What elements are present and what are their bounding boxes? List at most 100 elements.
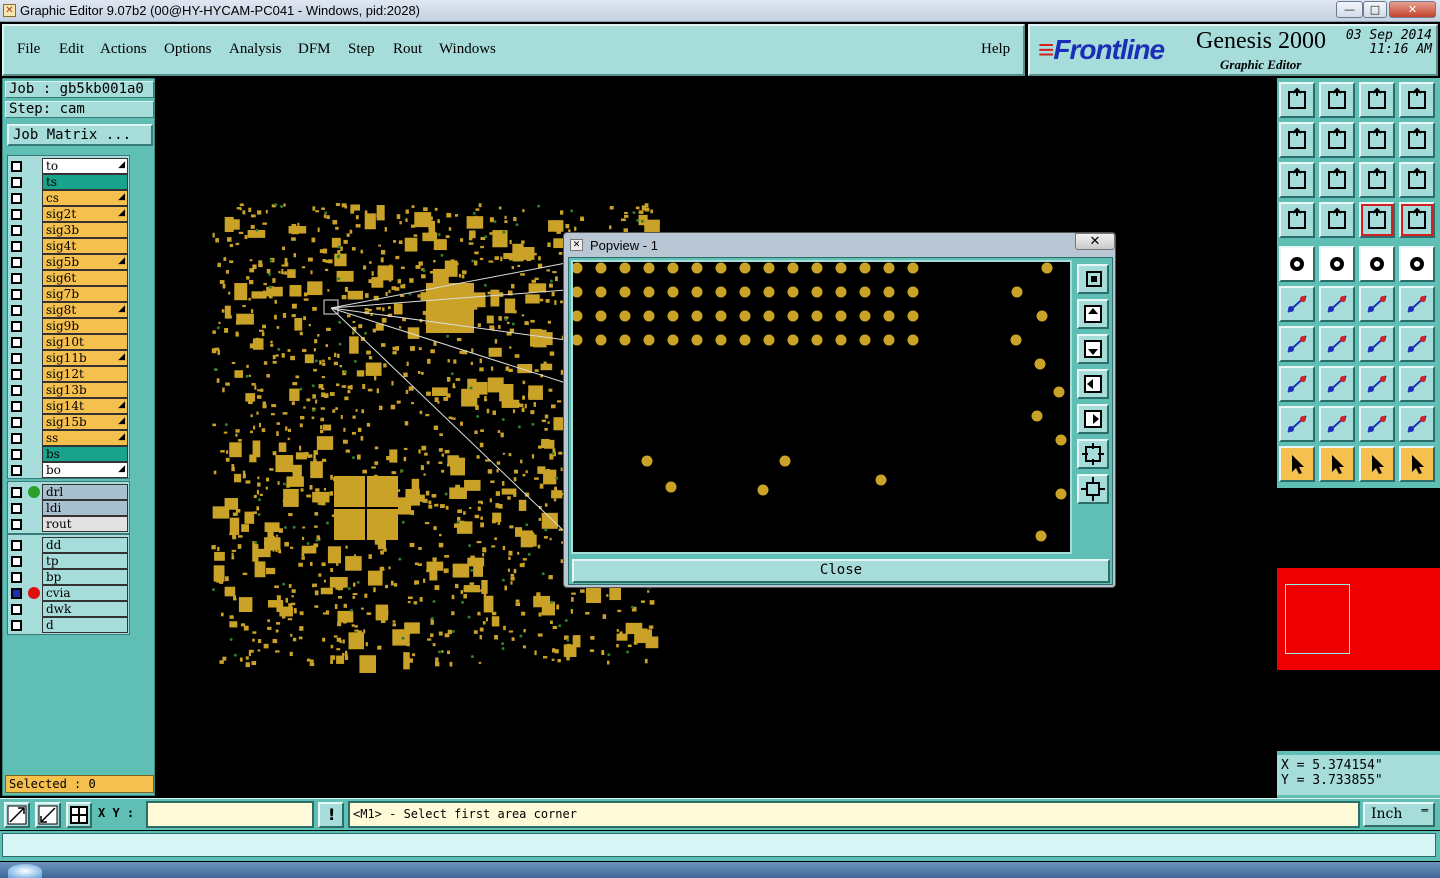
layer-checkbox[interactable]: [11, 556, 22, 567]
layer-name[interactable]: sig15b ◢: [42, 414, 128, 430]
layer-row-bp[interactable]: bp: [8, 569, 129, 585]
layer-checkbox[interactable]: [11, 572, 22, 583]
layer-checkbox[interactable]: [11, 604, 22, 615]
layer-name[interactable]: tp: [42, 553, 128, 569]
line-edit-button[interactable]: [1319, 326, 1355, 362]
measure-button[interactable]: [35, 802, 61, 828]
layer-row-sig6t[interactable]: sig6t: [8, 270, 129, 286]
menu-actions[interactable]: Actions: [100, 41, 147, 58]
select-cursor-button[interactable]: [1359, 446, 1395, 482]
layer-checkbox[interactable]: [11, 161, 22, 172]
save-button[interactable]: [1319, 82, 1355, 118]
layer-name[interactable]: sig14t ◢: [42, 398, 128, 414]
unit-selector[interactable]: Inch ═: [1363, 802, 1435, 827]
select-multi-button[interactable]: [1399, 446, 1435, 482]
mirror-button[interactable]: [1399, 326, 1435, 362]
layer-row-sig12t[interactable]: sig12t: [8, 366, 129, 382]
layer-name[interactable]: dd: [42, 537, 128, 553]
layer-row-sig4t[interactable]: sig4t: [8, 238, 129, 254]
open-button[interactable]: [1279, 82, 1315, 118]
layer-name[interactable]: dwk: [42, 601, 128, 617]
layer-checkbox[interactable]: [11, 273, 22, 284]
layer-checkbox[interactable]: [11, 385, 22, 396]
layer-name[interactable]: sig12t: [42, 366, 128, 382]
layer-name[interactable]: bs: [42, 446, 128, 462]
layer-row-sig3b[interactable]: sig3b: [8, 222, 129, 238]
layer-row-sig10t[interactable]: sig10t: [8, 334, 129, 350]
popview-zoom-in-button[interactable]: [1077, 474, 1109, 504]
layer-row-sig9b[interactable]: sig9b: [8, 318, 129, 334]
layer-checkbox[interactable]: [11, 449, 22, 460]
arc-button[interactable]: [1319, 406, 1355, 442]
popview-pan-down-button[interactable]: [1077, 334, 1109, 364]
layer-checkbox[interactable]: [11, 241, 22, 252]
layer-row-to[interactable]: to ◢: [8, 158, 129, 174]
transform-button[interactable]: [1359, 366, 1395, 402]
select-box-button[interactable]: [1319, 446, 1355, 482]
layer-checkbox[interactable]: [11, 369, 22, 380]
layer-name[interactable]: drl: [42, 484, 128, 500]
connect-button[interactable]: [1279, 286, 1315, 322]
xy-input[interactable]: [146, 801, 314, 828]
zoom-area-button[interactable]: [4, 802, 30, 828]
menu-options[interactable]: Options: [164, 41, 212, 58]
popview-zoom-fit-button[interactable]: [1077, 264, 1109, 294]
layer-checkbox[interactable]: [11, 465, 22, 476]
menu-rout[interactable]: Rout: [393, 41, 422, 58]
layer-tool-2-button[interactable]: [1399, 202, 1435, 238]
layer-name[interactable]: sig11b ◢: [42, 350, 128, 366]
layer-row-sig7b[interactable]: sig7b: [8, 286, 129, 302]
layer-row-sig5b[interactable]: sig5b ◢: [8, 254, 129, 270]
layer-row-sig2t[interactable]: sig2t ◢: [8, 206, 129, 222]
zoom-in-button[interactable]: [1319, 162, 1355, 198]
layer-checkbox[interactable]: [11, 289, 22, 300]
popview-zoom[interactable]: [571, 262, 1070, 552]
layer-row-drl[interactable]: drl: [8, 484, 129, 500]
layer-name[interactable]: sig8t ◢: [42, 302, 128, 318]
layer-row-bo[interactable]: bo ◢: [8, 462, 129, 478]
navigator-window[interactable]: [1277, 488, 1440, 751]
layer-checkbox[interactable]: [11, 321, 22, 332]
job-matrix-button[interactable]: Job Matrix ...: [7, 124, 153, 146]
layer-checkbox[interactable]: [11, 417, 22, 428]
layer-checkbox[interactable]: [11, 353, 22, 364]
layer-checkbox[interactable]: [11, 305, 22, 316]
layer-name[interactable]: cs ◢: [42, 190, 128, 206]
layer-checkbox[interactable]: [11, 225, 22, 236]
layer-checkbox[interactable]: [11, 519, 22, 530]
layer-name[interactable]: cvia: [42, 585, 128, 601]
ruler-button[interactable]: [1359, 246, 1395, 282]
grid-button[interactable]: [66, 802, 92, 828]
layer-row-sig13b[interactable]: sig13b: [8, 382, 129, 398]
popview-pan-right-button[interactable]: [1077, 404, 1109, 434]
menu-dfm[interactable]: DFM: [298, 41, 331, 58]
popview-pan-up-button[interactable]: [1077, 299, 1109, 329]
pan-right-button[interactable]: [1319, 122, 1355, 158]
home-button[interactable]: [1359, 82, 1395, 118]
layer-row-tp[interactable]: tp: [8, 553, 129, 569]
circle-button[interactable]: [1399, 246, 1435, 282]
shapes-button[interactable]: [1399, 366, 1435, 402]
scale-1-2-button[interactable]: [1359, 162, 1395, 198]
layer-checkbox[interactable]: [11, 193, 22, 204]
help-button[interactable]: [1399, 162, 1435, 198]
zoom-window-button[interactable]: [1359, 122, 1395, 158]
line-button[interactable]: [1319, 246, 1355, 282]
pad-button[interactable]: [1279, 246, 1315, 282]
exclaim-button[interactable]: !: [318, 802, 344, 828]
layer-name[interactable]: sig10t: [42, 334, 128, 350]
layer-name[interactable]: sig5b ◢: [42, 254, 128, 270]
layer-checkbox[interactable]: [11, 401, 22, 412]
redraw-button[interactable]: [1399, 122, 1435, 158]
layer-checkbox[interactable]: [11, 433, 22, 444]
navigator-viewport[interactable]: [1285, 584, 1350, 654]
layer-row-sig8t[interactable]: sig8t ◢: [8, 302, 129, 318]
layer-name[interactable]: sig4t: [42, 238, 128, 254]
layer-row-ts[interactable]: ts: [8, 174, 129, 190]
layer-name[interactable]: sig13b: [42, 382, 128, 398]
layer-name[interactable]: sig6t: [42, 270, 128, 286]
popview-pan-left-button[interactable]: [1077, 369, 1109, 399]
arc-3-button[interactable]: [1399, 406, 1435, 442]
layer-row-bs[interactable]: bs: [8, 446, 129, 462]
triangle-button[interactable]: [1279, 406, 1315, 442]
